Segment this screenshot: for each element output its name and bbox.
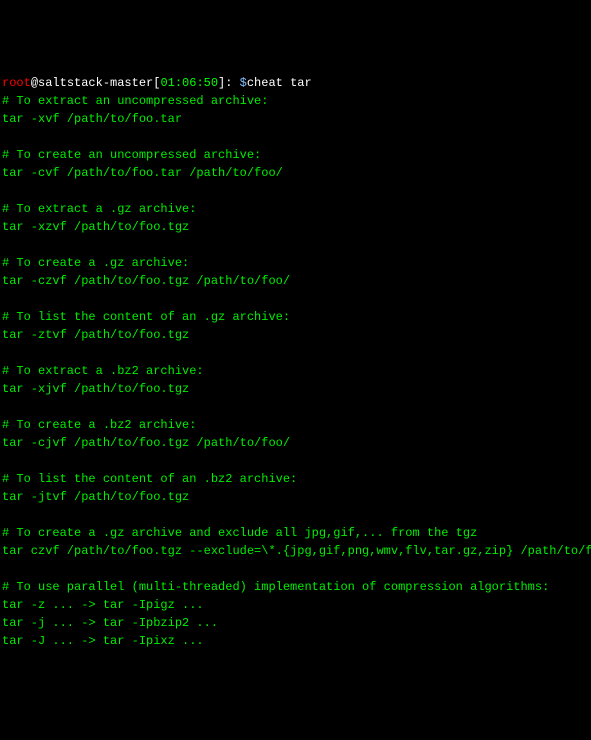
command-line: tar -J ... -> tar -Ipixz ... (2, 632, 589, 650)
prompt-time: 01:06:50 (160, 76, 218, 90)
command-line: tar -xjvf /path/to/foo.tgz (2, 380, 589, 398)
comment-line: # To create a .gz archive and exclude al… (2, 524, 589, 542)
comment-line: # To list the content of an .gz archive: (2, 308, 589, 326)
prompt-line[interactable]: root@saltstack-master[01:06:50]: $cheat … (2, 76, 312, 90)
comment-line: # To use parallel (multi-threaded) imple… (2, 578, 589, 596)
blank-line (2, 290, 589, 308)
blank-line (2, 344, 589, 362)
comment-line: # To extract a .gz archive: (2, 200, 589, 218)
terminal-output: root@saltstack-master[01:06:50]: $cheat … (2, 74, 589, 650)
blank-line (2, 506, 589, 524)
command-line: tar -jtvf /path/to/foo.tgz (2, 488, 589, 506)
comment-line: # To create a .bz2 archive: (2, 416, 589, 434)
comment-line: # To list the content of an .bz2 archive… (2, 470, 589, 488)
blank-line (2, 128, 589, 146)
command-line: tar -czvf /path/to/foo.tgz /path/to/foo/ (2, 272, 589, 290)
typed-command: cheat tar (247, 76, 312, 90)
prompt-dollar: $ (240, 76, 247, 90)
command-line: tar -xzvf /path/to/foo.tgz (2, 218, 589, 236)
command-line: tar -z ... -> tar -Ipigz ... (2, 596, 589, 614)
comment-line: # To create a .gz archive: (2, 254, 589, 272)
command-line: tar -xvf /path/to/foo.tar (2, 110, 589, 128)
blank-line (2, 452, 589, 470)
blank-line (2, 560, 589, 578)
blank-line (2, 236, 589, 254)
prompt-user: root (2, 76, 31, 90)
command-line: tar -j ... -> tar -Ipbzip2 ... (2, 614, 589, 632)
blank-line (2, 182, 589, 200)
blank-line (2, 398, 589, 416)
prompt-host: saltstack-master (38, 76, 153, 90)
comment-line: # To create an uncompressed archive: (2, 146, 589, 164)
output-lines: # To extract an uncompressed archive:tar… (2, 92, 589, 650)
comment-line: # To extract an uncompressed archive: (2, 92, 589, 110)
prompt-at: @ (31, 76, 38, 90)
command-line: tar -cvf /path/to/foo.tar /path/to/foo/ (2, 164, 589, 182)
command-line: tar -cjvf /path/to/foo.tgz /path/to/foo/ (2, 434, 589, 452)
comment-line: # To extract a .bz2 archive: (2, 362, 589, 380)
command-line: tar czvf /path/to/foo.tgz --exclude=\*.{… (2, 542, 589, 560)
time-bracket-close: ]: (218, 76, 232, 90)
command-line: tar -ztvf /path/to/foo.tgz (2, 326, 589, 344)
